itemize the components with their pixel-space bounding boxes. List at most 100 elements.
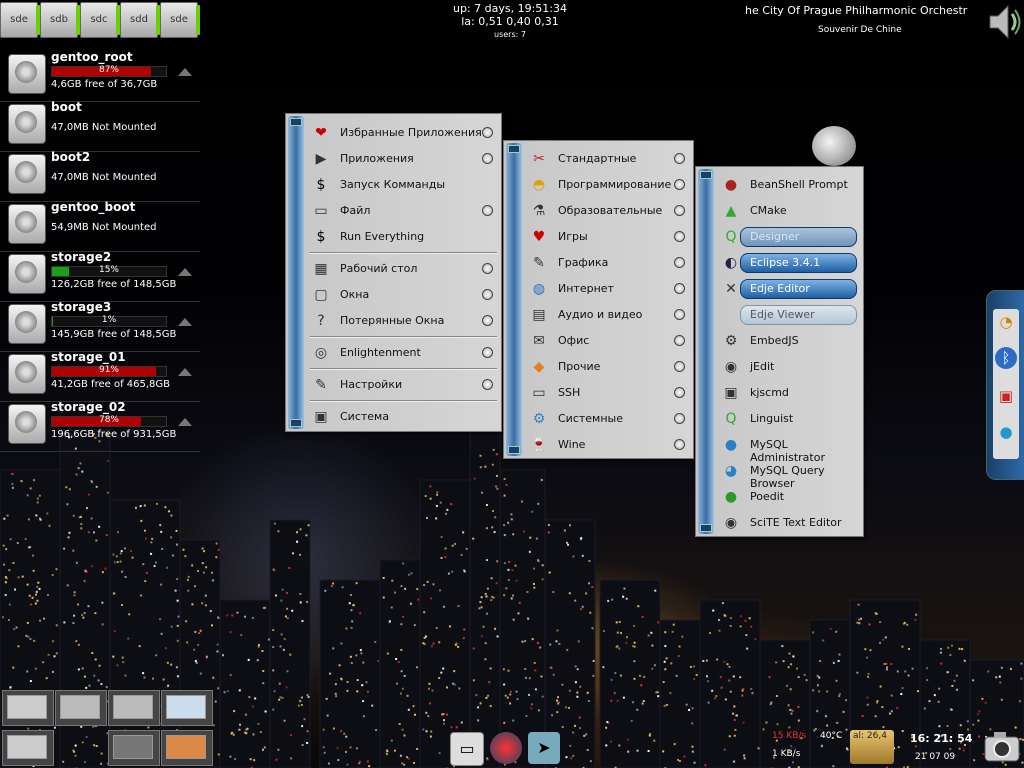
bluetooth-icon[interactable]: ᛒ [995, 347, 1017, 369]
drive-button-sde-2[interactable]: sde [160, 2, 200, 38]
menu-item-системные[interactable]: ⚙ Системные [528, 407, 689, 431]
folder-icon: ▭ [532, 385, 546, 401]
menu-item-аудио-и-видео[interactable]: ▤ Аудио и видео [528, 303, 689, 327]
menu-item-программирование[interactable]: ◓ Программирование [528, 173, 689, 197]
disk-entry[interactable]: gentoo_boot 54,9MB Not Mounted [0, 200, 200, 252]
eject-icon[interactable] [178, 318, 192, 326]
disk-entry[interactable]: boot2 47,0MB Not Mounted [0, 150, 200, 202]
disk-usage-percent: 15% [98, 265, 119, 275]
submenu-radio-icon [482, 289, 493, 300]
net-up-speed: 15 KB/s [772, 731, 807, 741]
lock-icon[interactable]: ▣ [995, 385, 1017, 407]
menu-item-jedit[interactable]: ◉ jEdit [720, 355, 859, 379]
heart-icon: ❤ [315, 125, 327, 141]
drive-button-sdc[interactable]: sdc [80, 2, 120, 38]
menu-item-label: SSH [558, 386, 581, 399]
menu-item-графика[interactable]: ✎ Графика [528, 251, 689, 275]
menu-item-edje-viewer[interactable]: Edje Viewer [720, 303, 859, 327]
menu-item-embedjs[interactable]: ⚙ EmbedJS [720, 329, 859, 353]
disk-entry[interactable]: boot 47,0MB Not Mounted [0, 100, 200, 152]
menu-scroll-rail[interactable] [288, 116, 304, 429]
pager-desk-1[interactable] [2, 690, 54, 726]
disk-entry[interactable]: gentoo_root 87% 4,6GB free of 36,7GB [0, 50, 200, 102]
menu-item-игры[interactable]: ♥ Игры [528, 225, 689, 249]
menu-item-kjscmd[interactable]: ▣ kjscmd [720, 381, 859, 405]
browser-launcher-icon[interactable] [490, 732, 522, 764]
disk-entry[interactable]: storage_01 91% 41,2GB free of 465,8GB [0, 350, 200, 402]
menu-item-приложения[interactable]: ▶ Приложения [310, 147, 497, 171]
laptop-icon: ▣ [314, 409, 328, 425]
pager-desk-2[interactable] [55, 690, 107, 726]
drive-button-sde[interactable]: sde [0, 2, 40, 38]
menu-item-потерянные-окна[interactable]: ? Потерянные Окна [310, 309, 497, 333]
menu-item-запуск-комманды[interactable]: $ Запуск Комманды [310, 173, 497, 197]
pager-desk-6[interactable] [108, 730, 160, 766]
menu-item-рабочий-стол[interactable]: ▦ Рабочий стол [310, 257, 497, 281]
disk-free-text: 126,2GB free of 148,5GB [51, 279, 177, 290]
menu-item-настройки[interactable]: ✎ Настройки [310, 373, 497, 397]
eject-icon[interactable] [178, 268, 192, 276]
terminal-launcher-icon[interactable]: ▭ [450, 732, 484, 766]
disk-free-text: 41,2GB free of 465,8GB [51, 379, 171, 390]
scite-icon: ◉ [724, 515, 738, 531]
menu-item-designer[interactable]: Q Designer [720, 225, 859, 249]
disk-usage-bar: 1% [51, 315, 167, 327]
eject-icon[interactable] [178, 418, 192, 426]
menu-item-run-everything[interactable]: $ Run Everything [310, 225, 497, 249]
menu-item-система[interactable]: ▣ Система [310, 405, 497, 429]
clock-app-icon[interactable]: ◔ [995, 311, 1017, 333]
globe-icon: ◍ [532, 281, 546, 297]
menu-item-окна[interactable]: ▢ Окна [310, 283, 497, 307]
eject-icon[interactable] [178, 368, 192, 376]
menu-item-label: Интернет [558, 282, 614, 295]
menu-item-wine[interactable]: 🍷 Wine [528, 433, 689, 457]
menu-item-eclipse-3-4-1[interactable]: ◐ Eclipse 3.4.1 [720, 251, 859, 275]
eject-icon[interactable] [178, 68, 192, 76]
menu-item-label: Настройки [340, 378, 403, 391]
system-info: up: 7 days, 19:51:34 la: 0,51 0,40 0,31 … [440, 2, 580, 41]
moon [812, 126, 856, 166]
menu-item-edje-editor[interactable]: ✕ Edje Editor [720, 277, 859, 301]
drive-button-sdb[interactable]: sdb [40, 2, 80, 38]
disk-entry[interactable]: storage3 1% 145,9GB free of 148,5GB [0, 300, 200, 352]
menu-item-ssh[interactable]: ▭ SSH [528, 381, 689, 405]
cmake-icon: ▲ [725, 203, 737, 219]
speaker-icon[interactable] [984, 2, 1024, 42]
battery-label: al: 26,4 [853, 731, 887, 741]
cards-icon: ♥ [532, 229, 546, 245]
disk-name: boot [51, 100, 82, 114]
menu-item-label: Run Everything [340, 230, 425, 243]
pointer-launcher-icon[interactable]: ➤ [528, 732, 560, 764]
menu-item-mysql-administrator[interactable]: ● MySQL Administrator [720, 433, 859, 464]
pager-desk-5[interactable] [2, 730, 54, 766]
drive-button-sdd[interactable]: sdd [120, 2, 160, 38]
menu-item-файл[interactable]: ▭ Файл [310, 199, 497, 223]
menu-item-офис[interactable]: ✉ Офис [528, 329, 689, 353]
disk-name: boot2 [51, 150, 91, 164]
menu-item-избранные-приложения[interactable]: ❤ Избранные Приложения [310, 121, 497, 145]
submenu-radio-icon [482, 153, 493, 164]
menu-item-label: jEdit [750, 360, 775, 373]
disk-entry[interactable]: storage2 15% 126,2GB free of 148,5GB [0, 250, 200, 302]
menu-scroll-rail[interactable] [698, 169, 714, 534]
menu-item-интернет[interactable]: ◍ Интернет [528, 277, 689, 301]
menu-item-enlightenment[interactable]: ◎ Enlightenment [310, 341, 497, 365]
menu-item-прочие[interactable]: ◆ Прочие [528, 355, 689, 379]
menu-item-стандартные[interactable]: ✂ Стандартные [528, 147, 689, 171]
menu-separator [310, 368, 497, 370]
qq-icon[interactable]: ● [995, 421, 1017, 443]
pager-desk-3[interactable] [108, 690, 160, 726]
applications-menu: ✂ Стандартные ◓ Программирование ⚗ Образовате… [503, 140, 694, 459]
pager-desk-7[interactable] [161, 730, 213, 766]
menu-scroll-rail[interactable] [506, 143, 522, 456]
pager-desk-4[interactable] [161, 690, 213, 726]
scissors-icon: ✂ [533, 151, 545, 167]
disk-usage-bar: 15% [51, 265, 167, 277]
menu-item-linguist[interactable]: Q Linguist [720, 407, 859, 431]
menu-item-cmake[interactable]: ▲ CMake [720, 199, 859, 223]
disk-entry[interactable]: storage_02 78% 196,6GB free of 931,5GB [0, 400, 200, 452]
camera-icon[interactable] [982, 728, 1022, 764]
menu-item-beanshell-prompt[interactable]: ● BeanShell Prompt [720, 173, 859, 197]
menu-item-образовательные[interactable]: ⚗ Образовательные [528, 199, 689, 223]
menu-item-scite-text-editor[interactable]: ◉ SciTE Text Editor [720, 511, 859, 535]
